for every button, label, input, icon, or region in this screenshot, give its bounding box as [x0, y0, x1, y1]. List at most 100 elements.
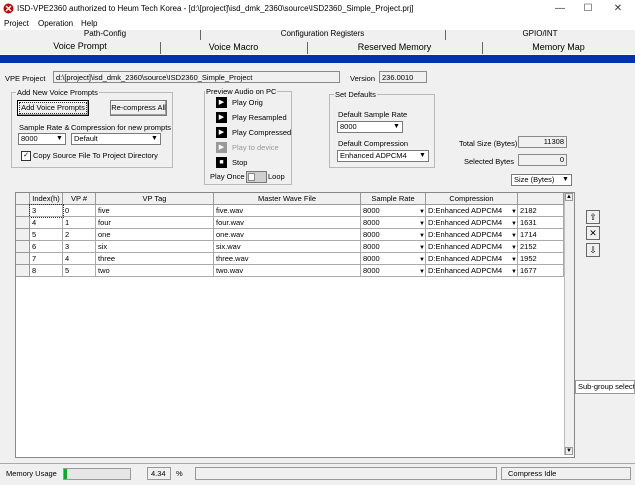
cell-vp-tag[interactable]: four [96, 217, 214, 229]
scroll-up-icon[interactable]: ▲ [565, 193, 573, 201]
close-button[interactable]: ✕ [603, 0, 633, 18]
chevron-down-icon[interactable]: ▼ [511, 243, 517, 252]
tab-gpio-int[interactable]: GPIO/INT [445, 29, 635, 38]
chevron-down-icon[interactable]: ▼ [419, 219, 425, 228]
copy-source-checkbox[interactable]: ✓ [21, 151, 31, 161]
delete-icon[interactable]: ✕ [586, 226, 600, 240]
cell-vp-number[interactable]: 1 [63, 217, 96, 229]
tab-path-config[interactable]: Path-Config [10, 29, 200, 38]
cell-compression[interactable]: D:Enhanced ADPCM4 ▼ [426, 229, 518, 241]
move-up-icon[interactable]: ⇧ [586, 210, 600, 224]
cell-wave-file[interactable]: two.wav [214, 265, 361, 277]
move-down-icon[interactable]: ⇩ [586, 243, 600, 257]
cell-wave-file[interactable]: six.wav [214, 241, 361, 253]
row-header[interactable] [16, 205, 30, 217]
col-header-vp-tag[interactable]: VP Tag [96, 193, 214, 205]
add-voice-prompts-button[interactable]: Add Voice Prompts [17, 100, 89, 116]
menu-project[interactable]: Project [4, 19, 29, 28]
tab-reserved-memory[interactable]: Reserved Memory [307, 42, 482, 52]
cell-vp-number[interactable]: 3 [63, 241, 96, 253]
cell-sample-rate[interactable]: 8000 ▼ [361, 265, 426, 277]
cell-vp-number[interactable]: 0 [63, 205, 96, 217]
play-device-icon[interactable]: ▶ [216, 142, 227, 153]
chevron-down-icon[interactable]: ▼ [419, 243, 425, 252]
cell-sample-rate[interactable]: 8000 ▼ [361, 229, 426, 241]
cell-vp-number[interactable]: 4 [63, 253, 96, 265]
cell-wave-file[interactable]: four.wav [214, 217, 361, 229]
chevron-down-icon[interactable]: ▼ [511, 231, 517, 240]
cell-compression[interactable]: D:Enhanced ADPCM4 ▼ [426, 217, 518, 229]
recompress-all-button[interactable]: Re-compress All [110, 100, 167, 116]
minimize-button[interactable]: — [545, 0, 575, 18]
cell-vp-number[interactable]: 5 [63, 265, 96, 277]
tab-memory-map[interactable]: Memory Map [482, 42, 635, 52]
cell-vp-number[interactable]: 2 [63, 229, 96, 241]
cell-sample-rate[interactable]: 8000 ▼ [361, 241, 426, 253]
row-header[interactable] [16, 253, 30, 265]
cell-index[interactable]: 4 [30, 217, 63, 229]
chevron-down-icon[interactable]: ▼ [419, 255, 425, 264]
size-unit-select[interactable]: Size (Bytes) ▼ [511, 174, 572, 186]
cell-sample-rate[interactable]: 8000 ▼ [361, 253, 426, 265]
chevron-down-icon[interactable]: ▼ [511, 255, 517, 264]
maximize-button[interactable]: ☐ [573, 0, 603, 18]
tab-voice-prompt[interactable]: Voice Prompt [0, 41, 160, 51]
cell-vp-tag[interactable]: three [96, 253, 214, 265]
cell-vp-tag[interactable]: two [96, 265, 214, 277]
cell-vp-tag[interactable]: one [96, 229, 214, 241]
subgroup-select[interactable]: Sub-group selecte [575, 380, 635, 394]
default-compression-select[interactable]: Enhanced ADPCM4 ▼ [337, 150, 429, 162]
tab-voice-macro[interactable]: Voice Macro [160, 42, 307, 52]
cell-compression[interactable]: D:Enhanced ADPCM4 ▼ [426, 205, 518, 217]
project-path-field[interactable] [53, 71, 340, 83]
cell-index[interactable]: 3 [29, 204, 64, 218]
chevron-down-icon[interactable]: ▼ [511, 219, 517, 228]
default-sample-rate-select[interactable]: 8000 ▼ [337, 121, 403, 133]
cell-wave-file[interactable]: three.wav [214, 253, 361, 265]
cell-wave-file[interactable]: one.wav [214, 229, 361, 241]
compression-new-select[interactable]: Default ▼ [71, 133, 161, 145]
row-header[interactable] [16, 241, 30, 253]
menu-operation[interactable]: Operation [38, 19, 73, 28]
col-header-master-wave-file[interactable]: Master Wave File [214, 193, 361, 205]
voice-prompt-grid[interactable]: Index(h) VP # VP Tag Master Wave File Sa… [15, 192, 575, 458]
chevron-down-icon[interactable]: ▼ [419, 231, 425, 240]
cell-size[interactable]: 1631 [518, 217, 564, 229]
cell-wave-file[interactable]: five.wav [214, 205, 361, 217]
cell-size[interactable]: 2182 [518, 205, 564, 217]
row-header[interactable] [16, 217, 30, 229]
cell-size[interactable]: 2152 [518, 241, 564, 253]
cell-index[interactable]: 8 [30, 265, 63, 277]
cell-index[interactable]: 5 [30, 229, 63, 241]
row-header[interactable] [16, 265, 30, 277]
col-header-index[interactable]: Index(h) [30, 193, 63, 205]
chevron-down-icon[interactable]: ▼ [419, 207, 425, 216]
tab-configuration-registers[interactable]: Configuration Registers [200, 29, 445, 38]
col-header-vp-number[interactable]: VP # [63, 193, 96, 205]
cell-compression[interactable]: D:Enhanced ADPCM4 ▼ [426, 265, 518, 277]
chevron-down-icon[interactable]: ▼ [419, 267, 425, 276]
cell-size[interactable]: 1952 [518, 253, 564, 265]
cell-vp-tag[interactable]: six [96, 241, 214, 253]
cell-sample-rate[interactable]: 8000 ▼ [361, 217, 426, 229]
chevron-down-icon[interactable]: ▼ [511, 267, 517, 276]
cell-vp-tag[interactable]: five [96, 205, 214, 217]
col-header-compression[interactable]: Compression [426, 193, 518, 205]
play-compressed-icon[interactable]: ▶ [216, 127, 227, 138]
row-header[interactable] [16, 229, 30, 241]
cell-size[interactable]: 1677 [518, 265, 564, 277]
version-field[interactable] [379, 71, 427, 83]
cell-sample-rate[interactable]: 8000 ▼ [361, 205, 426, 217]
scroll-down-icon[interactable]: ▼ [565, 447, 573, 455]
menu-help[interactable]: Help [81, 19, 97, 28]
grid-vertical-scrollbar[interactable]: ▲ ▼ [564, 193, 574, 455]
cell-compression[interactable]: D:Enhanced ADPCM4 ▼ [426, 241, 518, 253]
play-orig-icon[interactable]: ▶ [216, 97, 227, 108]
chevron-down-icon[interactable]: ▼ [511, 207, 517, 216]
sample-rate-select[interactable]: 8000 ▼ [18, 133, 66, 145]
play-mode-toggle[interactable] [246, 171, 267, 183]
col-header-size[interactable] [518, 193, 564, 205]
cell-index[interactable]: 6 [30, 241, 63, 253]
col-header-sample-rate[interactable]: Sample Rate [361, 193, 426, 205]
cell-index[interactable]: 7 [30, 253, 63, 265]
